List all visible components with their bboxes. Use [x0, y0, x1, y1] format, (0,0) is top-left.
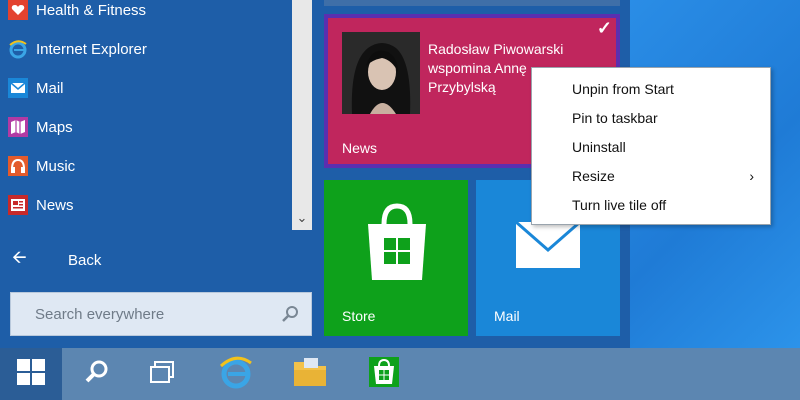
tile-context-menu: Unpin from Start Pin to taskbar Uninstal… [531, 67, 771, 225]
taskbar-file-explorer[interactable] [282, 348, 338, 400]
tile-label: News [342, 140, 378, 156]
app-item-internet-explorer[interactable]: Internet Explorer [8, 33, 288, 65]
taskbar-search-button[interactable] [68, 348, 124, 400]
menu-item-label: Pin to taskbar [572, 109, 658, 126]
app-item-health-fitness[interactable]: Health & Fitness [8, 0, 288, 26]
menu-item-pin-to-taskbar[interactable]: Pin to taskbar [532, 103, 770, 132]
windows-logo-icon [16, 357, 46, 392]
app-label: Internet Explorer [36, 40, 147, 58]
app-item-music[interactable]: Music [8, 150, 288, 182]
back-label: Back [68, 251, 102, 269]
store-icon [369, 356, 399, 392]
newspaper-icon [8, 195, 28, 215]
search-placeholder: Search everywhere [35, 305, 165, 323]
envelope-icon [8, 78, 28, 98]
menu-item-label: Uninstall [572, 138, 626, 155]
app-label: Mail [36, 79, 64, 97]
internet-explorer-icon [8, 39, 28, 59]
tile-label: Mail [494, 308, 520, 324]
back-arrow-icon: 🡨 [12, 247, 27, 267]
back-button[interactable]: 🡨 Back [12, 246, 101, 274]
chevron-right-icon: › [749, 167, 754, 184]
taskbar-internet-explorer[interactable] [208, 348, 264, 400]
store-tile[interactable]: Store [324, 180, 468, 336]
apps-scrollbar[interactable]: ⌄ [292, 0, 312, 230]
menu-item-label: Unpin from Start [572, 80, 674, 97]
menu-item-label: Turn live tile off [572, 196, 667, 213]
app-label: Maps [36, 118, 73, 136]
app-item-maps[interactable]: Maps [8, 111, 288, 143]
app-label: Music [36, 157, 76, 175]
search-icon[interactable] [281, 305, 299, 328]
menu-item-resize[interactable]: Resize › [532, 161, 770, 190]
headphones-icon [8, 156, 28, 176]
news-photo [342, 32, 420, 114]
store-bag-icon [362, 202, 432, 287]
app-label: Health & Fitness [36, 1, 147, 19]
menu-item-uninstall[interactable]: Uninstall [532, 132, 770, 161]
search-input[interactable]: Search everywhere [10, 292, 312, 336]
task-view-button[interactable] [134, 348, 190, 400]
chevron-down-icon[interactable]: ⌄ [292, 210, 312, 226]
selected-check-icon: ✓ [596, 18, 612, 38]
internet-explorer-icon [218, 354, 254, 395]
heart-icon [8, 0, 28, 20]
task-view-icon [148, 360, 176, 389]
app-item-mail[interactable]: Mail [8, 72, 288, 104]
maps-icon [8, 117, 28, 137]
tile-label: Store [342, 308, 376, 324]
app-item-news[interactable]: News [8, 189, 288, 221]
tile-group-edge [324, 0, 620, 6]
file-explorer-icon [292, 356, 328, 393]
start-button[interactable] [0, 348, 62, 400]
taskbar [0, 348, 800, 400]
search-icon [82, 358, 110, 391]
apps-list: Health & Fitness Internet Explorer Mail … [0, 0, 292, 230]
envelope-icon [514, 220, 582, 275]
menu-item-label: Resize [572, 167, 615, 184]
app-label: News [36, 196, 74, 214]
menu-item-turn-live-tile-off[interactable]: Turn live tile off [532, 190, 770, 219]
menu-item-unpin-from-start[interactable]: Unpin from Start [532, 74, 770, 103]
taskbar-store[interactable] [356, 348, 412, 400]
